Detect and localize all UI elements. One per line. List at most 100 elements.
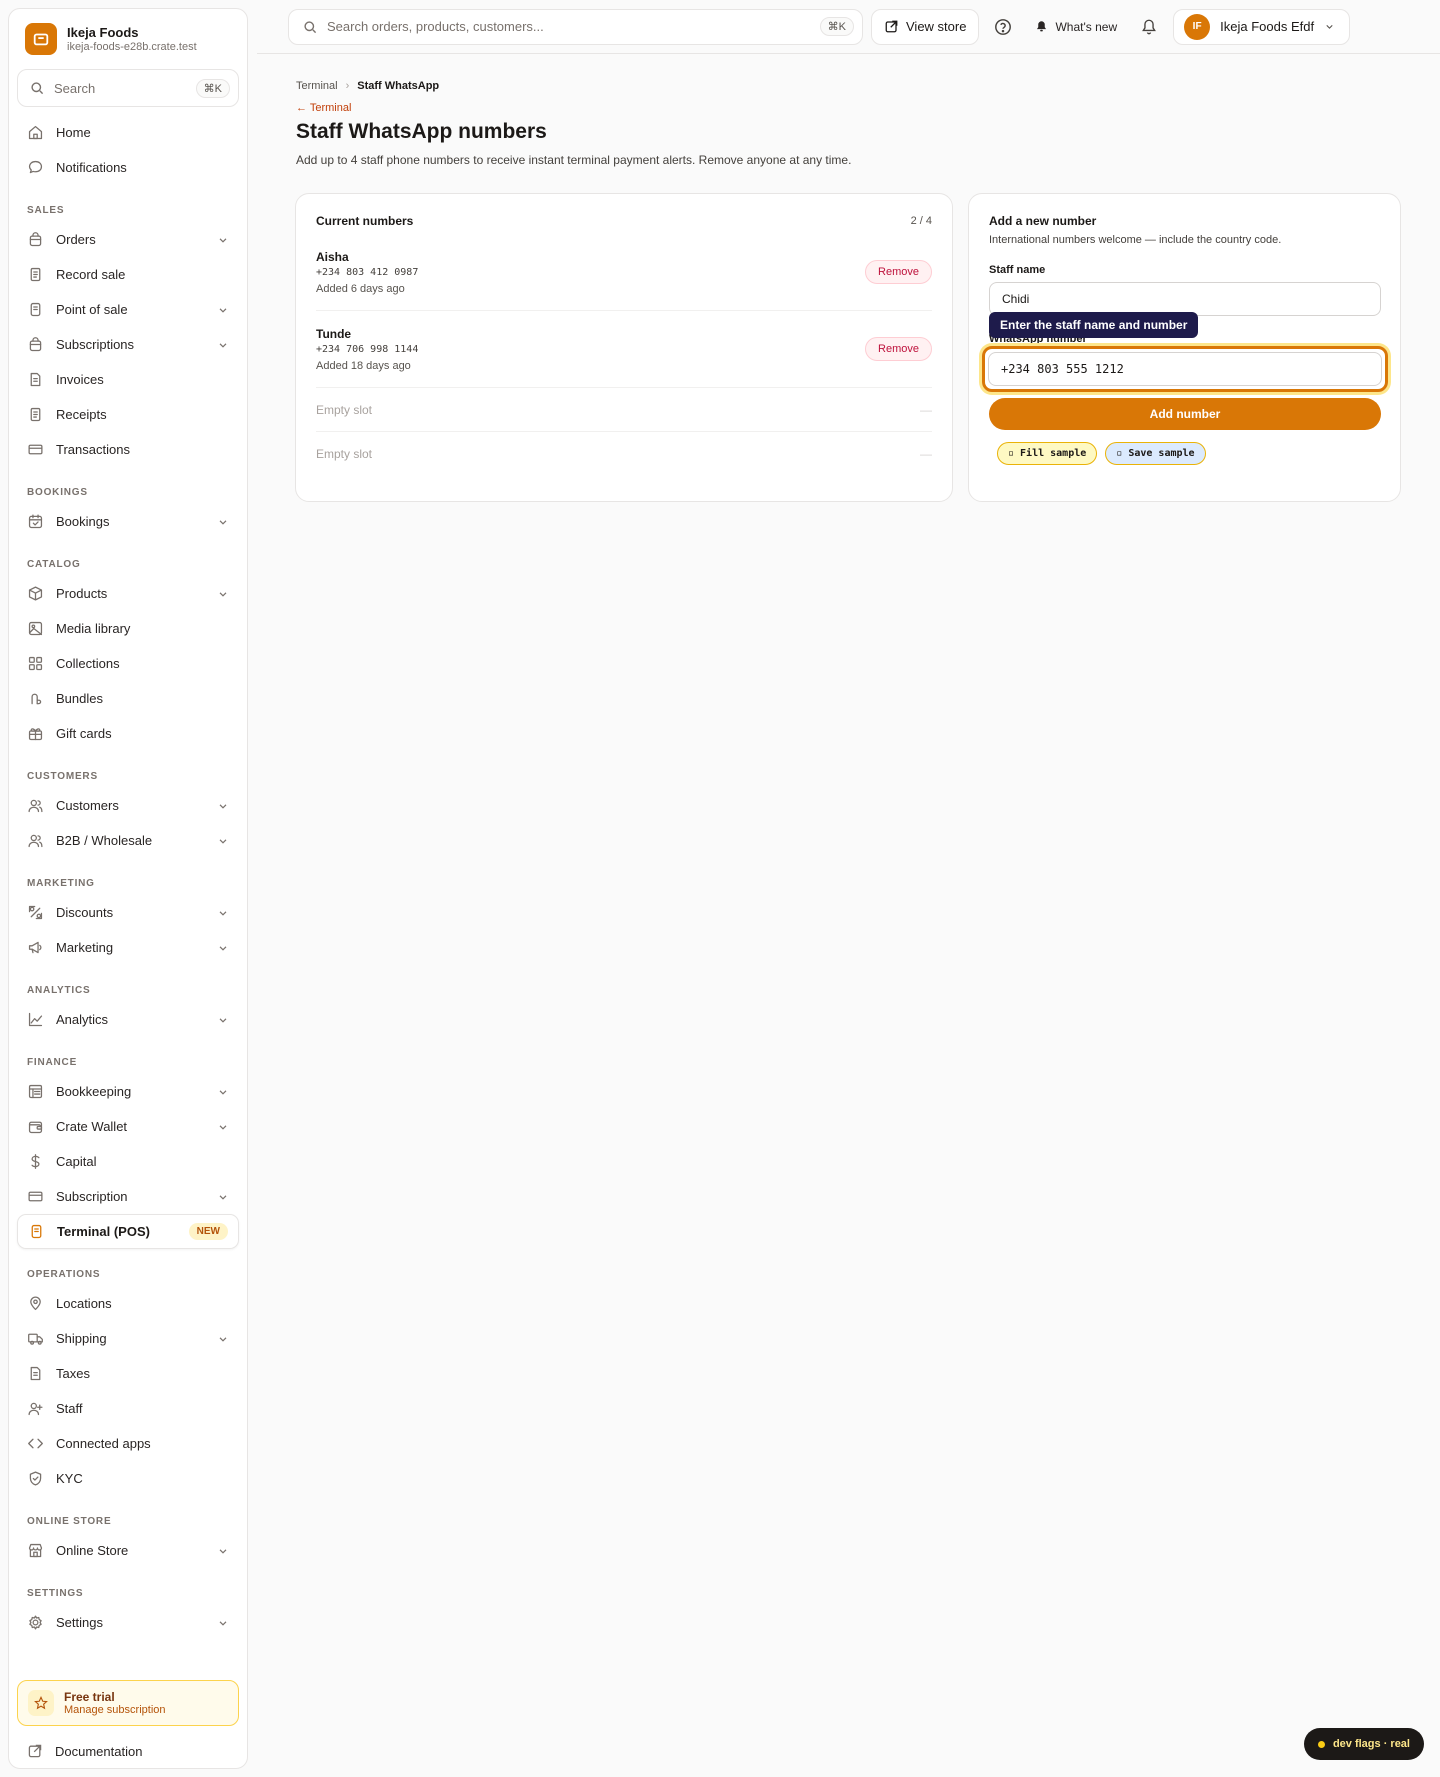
add-number-button[interactable]: Add number: [989, 398, 1381, 430]
sidebar-item-connected-apps[interactable]: Connected apps: [17, 1426, 239, 1461]
external-link-icon: [885, 20, 898, 33]
sidebar-item-kyc[interactable]: KYC: [17, 1461, 239, 1496]
sidebar-item-orders[interactable]: Orders: [17, 222, 239, 257]
sidebar-item-transactions[interactable]: Transactions: [17, 432, 239, 467]
documentation-link[interactable]: Documentation: [17, 1736, 239, 1766]
card-icon: [27, 1188, 44, 1205]
gear-icon: [27, 1614, 44, 1631]
current-numbers-card: Current numbers 2 / 4 Aisha +234 803 412…: [295, 193, 953, 502]
whatsapp-number-input[interactable]: +234 803 555 1212: [988, 352, 1382, 386]
sidebar-item-home[interactable]: Home: [17, 115, 239, 150]
whats-new-button[interactable]: What's new: [1027, 20, 1125, 34]
dev-flags-pill[interactable]: dev flags · real: [1303, 1728, 1424, 1760]
sidebar-item-products[interactable]: Products: [17, 576, 239, 611]
current-numbers-title: Current numbers: [316, 214, 414, 228]
sidebar-section-title: MARKETING: [27, 878, 95, 889]
sidebar-item-subscriptions[interactable]: Subscriptions: [17, 327, 239, 362]
account-name: Ikeja Foods Efdf: [1220, 19, 1315, 34]
back-link[interactable]: ← Terminal: [296, 102, 351, 114]
sidebar-search-shortcut: ⌘K: [195, 78, 230, 98]
sidebar-section-title: BOOKINGS: [27, 487, 88, 498]
fill-sample-button[interactable]: ▫ Fill sample: [997, 442, 1098, 465]
sidebar-item-record-sale[interactable]: Record sale: [17, 257, 239, 292]
sidebar-item-label: Customers: [56, 798, 119, 813]
empty-slot-dash: —: [920, 402, 932, 417]
chevron-down-icon: [219, 1336, 227, 1342]
sidebar-item-bookkeeping[interactable]: Bookkeeping: [17, 1074, 239, 1109]
sidebar-item-invoices[interactable]: Invoices: [17, 362, 239, 397]
home-icon: [27, 124, 44, 141]
sidebar-item-staff[interactable]: Staff: [17, 1391, 239, 1426]
slot-count: 2 / 4: [910, 215, 932, 227]
breadcrumb-parent[interactable]: Terminal: [296, 80, 338, 92]
sidebar-item-collections[interactable]: Collections: [17, 646, 239, 681]
sidebar-item-point-of-sale[interactable]: Point of sale: [17, 292, 239, 327]
chevron-down-icon: [219, 1089, 227, 1095]
sidebar-item-label: Bundles: [56, 691, 103, 706]
sidebar-item-taxes[interactable]: Taxes: [17, 1356, 239, 1391]
help-button[interactable]: [987, 9, 1019, 45]
sidebar-item-media-library[interactable]: Media library: [17, 611, 239, 646]
sidebar-item-label: Gift cards: [56, 726, 112, 741]
dev-flags-label: dev flags · real: [1332, 1738, 1410, 1750]
view-store-button[interactable]: View store: [871, 8, 980, 45]
staff-name-input[interactable]: Chidi: [989, 282, 1381, 316]
global-search[interactable]: Search orders, products, customers... ⌘K: [288, 8, 863, 45]
remove-button[interactable]: Remove: [865, 337, 932, 361]
notifications-button[interactable]: [1133, 9, 1165, 45]
sidebar-item-capital[interactable]: Capital: [17, 1144, 239, 1179]
account-menu[interactable]: IF Ikeja Foods Efdf: [1173, 8, 1351, 45]
receipt-icon: [27, 266, 44, 283]
sidebar-item-bookings[interactable]: Bookings: [17, 504, 239, 539]
sidebar-item-label: Subscriptions: [56, 337, 135, 352]
new-badge: NEW: [188, 1223, 228, 1240]
add-number-card: Add a new number International numbers w…: [968, 193, 1401, 502]
sidebar-item-label: Receipts: [56, 407, 107, 422]
sidebar-section-title: ANALYTICS: [27, 985, 91, 996]
chevron-down-icon: [219, 1194, 227, 1200]
free-trial-card[interactable]: Free trial Manage subscription: [17, 1680, 239, 1726]
sidebar-item-b2b-wholesale[interactable]: B2B / Wholesale: [17, 823, 239, 858]
sidebar-item-discounts[interactable]: Discounts: [17, 895, 239, 930]
code-icon: [27, 1435, 44, 1452]
bell-icon: [1142, 19, 1157, 34]
list-item: Tunde +234 706 998 1144 Added 18 days ag…: [316, 311, 932, 388]
search-icon: [304, 20, 317, 33]
sidebar-section-title: CATALOG: [27, 559, 81, 570]
sidebar-item-online-store[interactable]: Online Store: [17, 1533, 239, 1568]
sidebar-item-settings[interactable]: Settings: [17, 1605, 239, 1640]
chevron-down-icon: [219, 519, 227, 525]
sidebar-item-shipping[interactable]: Shipping: [17, 1321, 239, 1356]
sidebar-item-terminal-pos[interactable]: Terminal (POS) NEW: [17, 1214, 239, 1249]
store-domain: ikeja-foods-e28b.crate.test: [67, 41, 197, 53]
staff-added: Added 6 days ago: [316, 282, 405, 295]
sidebar-item-notifications[interactable]: Notifications: [17, 150, 239, 185]
sidebar-item-receipts[interactable]: Receipts: [17, 397, 239, 432]
chevron-down-icon: [219, 1017, 227, 1023]
chevron-down-icon: [219, 237, 227, 243]
remove-button[interactable]: Remove: [865, 260, 932, 284]
receipt-icon: [27, 406, 44, 423]
sidebar-item-gift-cards[interactable]: Gift cards: [17, 716, 239, 751]
sidebar-section-title: SALES: [27, 205, 65, 216]
manage-subscription-link[interactable]: Manage subscription: [64, 1704, 166, 1716]
sidebar-item-analytics[interactable]: Analytics: [17, 1002, 239, 1037]
store-switcher[interactable]: Ikeja Foods ikeja-foods-e28b.crate.test: [17, 9, 239, 65]
sidebar-item-marketing[interactable]: Marketing: [17, 930, 239, 965]
breadcrumb-current: Staff WhatsApp: [357, 80, 440, 92]
staff-name: Tunde: [316, 326, 352, 341]
chevron-down-icon: [219, 1124, 227, 1130]
sidebar-item-label: Locations: [56, 1296, 112, 1311]
sidebar-item-label: B2B / Wholesale: [56, 833, 153, 848]
sidebar-item-bundles[interactable]: Bundles: [17, 681, 239, 716]
staff-phone: +234 706 998 1144: [316, 343, 419, 355]
sidebar-item-subscription[interactable]: Subscription: [17, 1179, 239, 1214]
sidebar-item-customers[interactable]: Customers: [17, 788, 239, 823]
sidebar-item-crate-wallet[interactable]: Crate Wallet: [17, 1109, 239, 1144]
sidebar-item-locations[interactable]: Locations: [17, 1286, 239, 1321]
megaphone-icon: [27, 939, 44, 956]
save-sample-button[interactable]: ▫ Save sample: [1105, 442, 1206, 465]
sidebar-item-label: Marketing: [56, 940, 114, 955]
sidebar-search[interactable]: Search ⌘K: [17, 69, 239, 107]
truck-icon: [27, 1330, 44, 1347]
